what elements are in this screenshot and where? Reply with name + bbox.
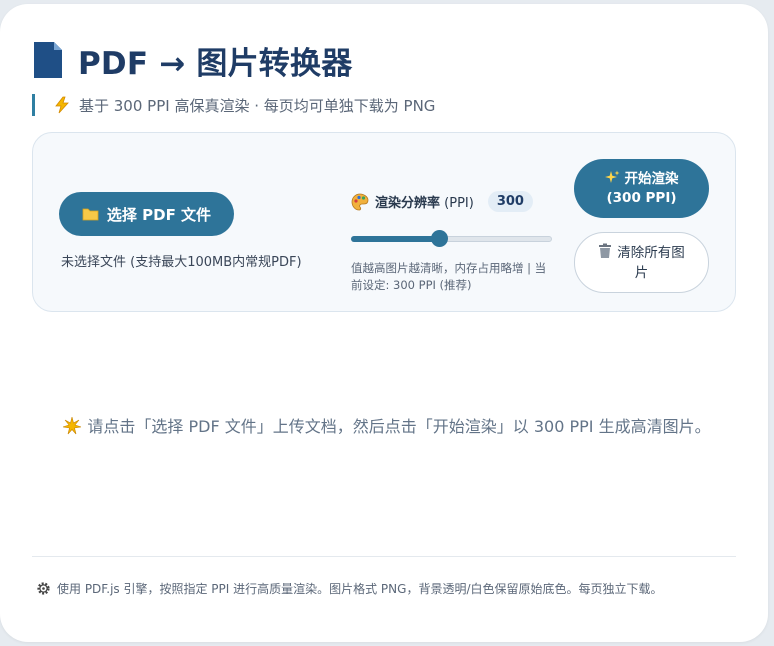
gear-icon bbox=[36, 581, 51, 596]
resolution-value-badge: 300 bbox=[487, 191, 533, 212]
page-title: PDF → 图片转换器 bbox=[78, 45, 353, 82]
folder-icon bbox=[82, 207, 99, 221]
start-render-button[interactable]: 开始渲染 (300 PPI) bbox=[574, 159, 709, 218]
slider-thumb[interactable] bbox=[431, 230, 449, 247]
subtitle-text: 基于 300 PPI 高保真渲染 · 每页均可单独下载为 PNG bbox=[79, 96, 436, 115]
sparkles-icon bbox=[604, 170, 620, 190]
resolution-label: 渲染分辨率 (PPI) bbox=[375, 196, 474, 211]
trash-icon bbox=[598, 243, 612, 264]
title-row: PDF → 图片转换器 bbox=[32, 38, 736, 82]
footer-divider bbox=[32, 556, 736, 557]
slider-fill bbox=[351, 236, 440, 242]
footer-note: 使用 PDF.js 引擎，按照指定 PPI 进行高质量渲染。图片格式 PNG，背… bbox=[36, 580, 736, 597]
choose-pdf-button[interactable]: 选择 PDF 文件 bbox=[59, 192, 234, 236]
subtitle: 基于 300 PPI 高保真渲染 · 每页均可单独下载为 PNG bbox=[32, 94, 736, 116]
lightning-icon bbox=[53, 96, 71, 114]
converter-card: PDF → 图片转换器 基于 300 PPI 高保真渲染 · 每页均可单独下载为… bbox=[0, 4, 768, 642]
ppi-slider[interactable] bbox=[351, 230, 552, 247]
document-icon bbox=[32, 40, 64, 80]
clear-images-label: 清除所有图片 bbox=[617, 245, 685, 281]
resolution-label-row: 渲染分辨率 (PPI) 300 bbox=[351, 191, 533, 212]
clear-images-button[interactable]: 清除所有图片 bbox=[574, 232, 709, 293]
file-status-text: 未选择文件 (支持最大100MB内常规PDF) bbox=[61, 255, 302, 270]
control-panel: 选择 PDF 文件 未选择文件 (支持最大100MB内常规PDF) 渲染分辨率 … bbox=[32, 132, 736, 312]
palette-icon bbox=[351, 193, 369, 211]
resolution-hint: 值越高图片越清晰，内存占用略增 | 当前设定: 300 PPI (推荐) bbox=[351, 261, 547, 292]
empty-state-text: 请点击「选择 PDF 文件」上传文档，然后点击「开始渲染」以 300 PPI 生… bbox=[87, 417, 711, 436]
sparkle-burst-icon bbox=[63, 416, 82, 441]
empty-state-message: 请点击「选择 PDF 文件」上传文档，然后点击「开始渲染」以 300 PPI 生… bbox=[60, 415, 714, 441]
choose-pdf-label: 选择 PDF 文件 bbox=[106, 205, 212, 224]
footer-text: 使用 PDF.js 引擎，按照指定 PPI 进行高质量渲染。图片格式 PNG，背… bbox=[57, 582, 663, 596]
